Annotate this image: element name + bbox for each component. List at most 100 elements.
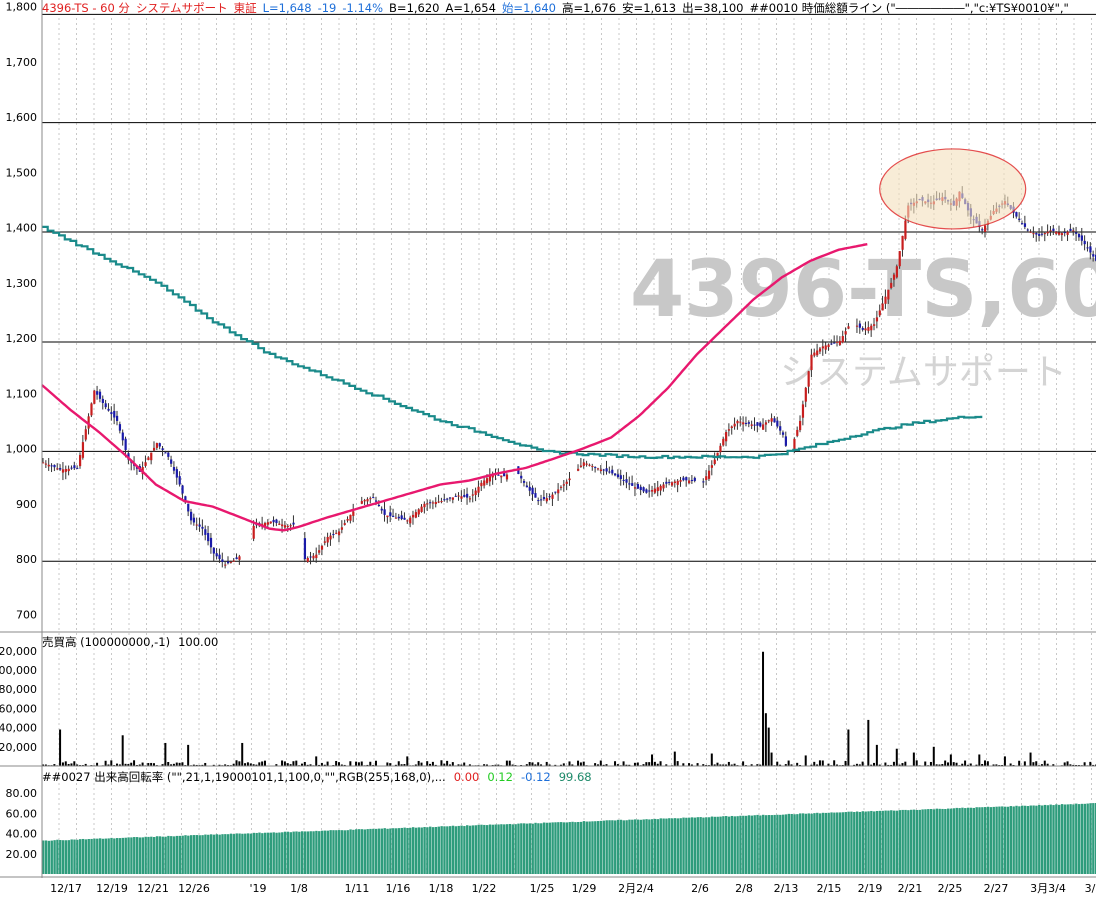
candle-up (318, 550, 321, 553)
candle-up (722, 438, 725, 446)
candle-down (115, 415, 119, 421)
date-tick-label: 1/16 (386, 882, 411, 895)
candle-down (759, 422, 762, 427)
turnover-bar (736, 816, 739, 874)
volume-bar (335, 760, 338, 766)
candle-down (1015, 212, 1018, 217)
candle-up (810, 354, 813, 371)
price-tick-label: 1,100 (6, 387, 38, 400)
volume-bar (884, 762, 887, 766)
candle-up (565, 481, 568, 484)
candle-down (218, 554, 221, 560)
volume-bar (844, 760, 847, 766)
candle-down (668, 482, 671, 484)
volume-bar (804, 755, 807, 766)
turnover-bar (659, 818, 662, 874)
candle-up (801, 404, 805, 418)
turnover-bar (838, 812, 842, 874)
date-tick-label: 1/8 (290, 882, 308, 895)
candle-up (824, 345, 827, 350)
turnover-bar (295, 831, 298, 874)
turnover-bar (522, 823, 526, 874)
turnover-bar (625, 820, 628, 874)
turnover-bar (266, 832, 270, 874)
turnover-bar (816, 812, 819, 874)
turnover-tick-label: 60.00 (6, 807, 38, 820)
candle-up (320, 545, 324, 550)
candle-up (1060, 233, 1064, 236)
price-tick-label: 1,600 (6, 111, 38, 124)
turnover-bar (614, 820, 617, 874)
turnover-bar (1015, 805, 1018, 874)
turnover-bar (161, 836, 164, 874)
candle-down (1038, 233, 1041, 236)
turnover-bar (1058, 804, 1061, 874)
watermark-name: システムサポート (780, 352, 1067, 393)
turnover-bar (850, 811, 853, 874)
volume-bar (867, 719, 870, 766)
candle-up (887, 289, 890, 300)
volume-bar (932, 746, 935, 766)
turnover-bar (1038, 804, 1041, 874)
open-price: 始=1,640 (501, 1, 556, 15)
candle-down (332, 533, 335, 535)
turnover-bar (1063, 804, 1067, 874)
turnover-bar (554, 822, 557, 874)
candle-up (505, 474, 509, 480)
turnover-bar (446, 826, 449, 874)
turnover-bar (477, 824, 480, 874)
candle-down (645, 489, 648, 493)
turnover-bar (833, 812, 836, 874)
turnover-bar (360, 829, 364, 874)
turnover-bar (571, 821, 574, 874)
candle-down (602, 469, 605, 471)
turnover-bar (690, 817, 694, 874)
volume-bar (451, 762, 454, 766)
candle-up (742, 422, 745, 425)
volume-bar (175, 762, 178, 766)
candle-up (596, 468, 600, 470)
candle-up (867, 327, 870, 331)
turnover-bar (184, 835, 187, 874)
volume-bar (984, 760, 987, 766)
volume-bar (813, 761, 816, 766)
candle-down (830, 343, 833, 345)
turnover-bar (921, 809, 924, 874)
candle-up (90, 403, 93, 416)
turnover-bar (1052, 805, 1055, 874)
candle-down (158, 443, 161, 447)
candle-up (315, 554, 318, 559)
turnover-value-2: 0.12 (487, 770, 513, 784)
turnover-bar (491, 824, 495, 874)
turnover-bar (380, 828, 384, 874)
candle-up (323, 541, 326, 543)
turnover-bar (466, 825, 469, 874)
candle-down (454, 495, 457, 497)
turnover-bar (813, 813, 816, 874)
turnover-bar (318, 831, 321, 874)
candle-up (329, 535, 332, 540)
turnover-bar (611, 820, 614, 874)
candle-up (394, 517, 398, 519)
turnover-bar (821, 812, 825, 874)
turnover-bar (255, 832, 258, 874)
candle-down (554, 491, 557, 493)
candle-up (676, 480, 679, 485)
turnover-bar (138, 837, 142, 874)
candle-up (426, 503, 429, 505)
turnover-bar (104, 838, 108, 874)
candle-down (374, 500, 378, 502)
candle-up (471, 494, 474, 496)
candle-down (625, 479, 628, 483)
turnover-bar (972, 807, 976, 874)
candle-up (727, 429, 731, 431)
volume-bar (440, 760, 443, 766)
candle-up (559, 486, 563, 488)
turnover-bar (511, 824, 514, 874)
candle-down (292, 522, 295, 525)
turnover-bar (799, 813, 802, 874)
date-tick-label: 1/11 (345, 882, 370, 895)
turnover-value-3: -0.12 (520, 770, 551, 784)
turnover-bar (679, 818, 682, 874)
turnover-bar (133, 837, 136, 874)
